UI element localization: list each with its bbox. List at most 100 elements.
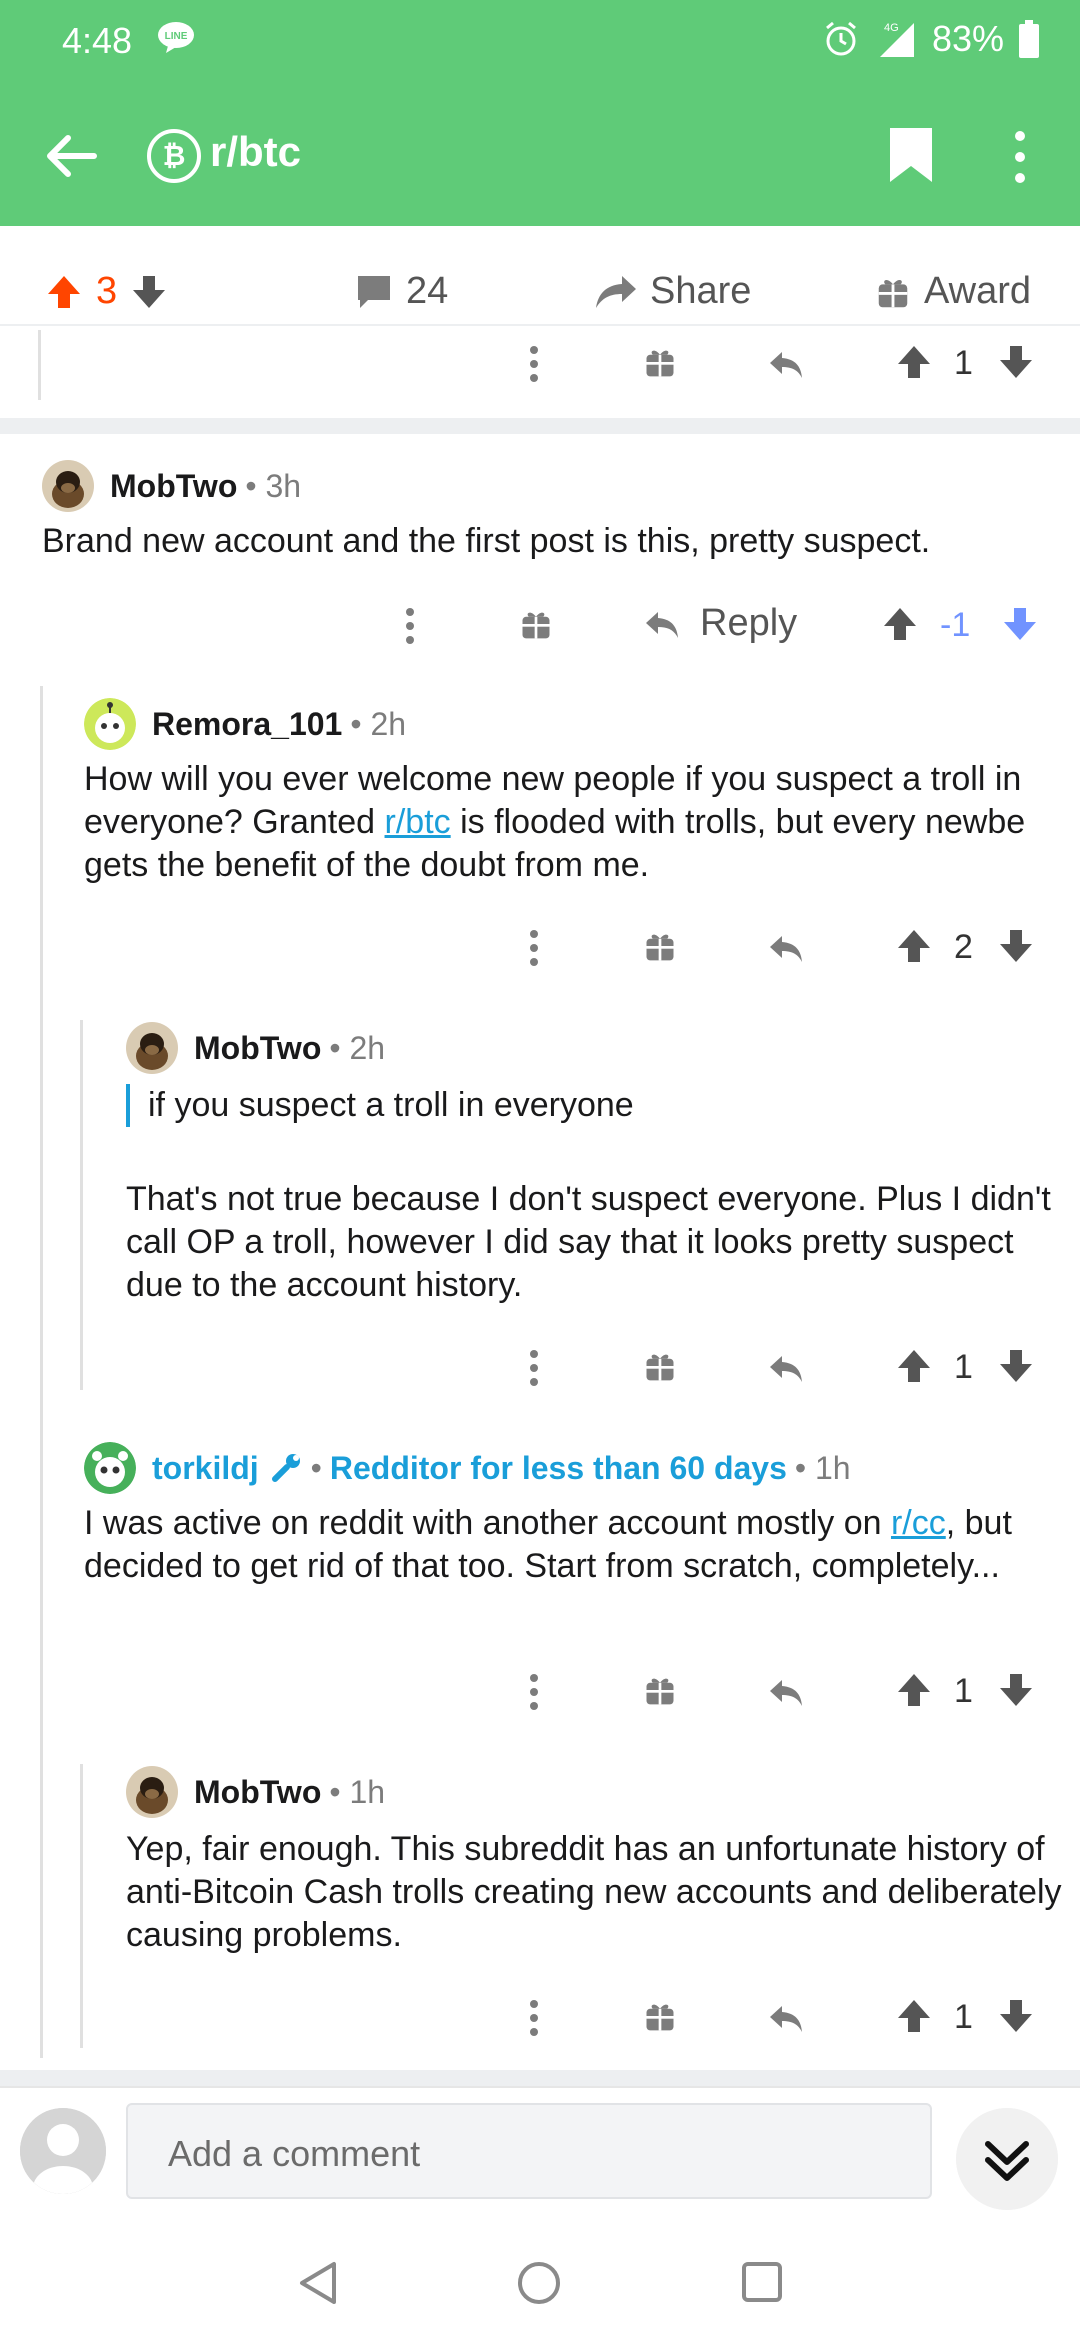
downvote-icon[interactable] bbox=[996, 926, 1036, 966]
award-label: Award bbox=[924, 270, 1032, 312]
comment-score: -1 bbox=[940, 606, 971, 644]
signal-icon: 4G bbox=[879, 22, 914, 57]
upvote-icon[interactable] bbox=[894, 342, 934, 382]
upvote-icon[interactable] bbox=[894, 1346, 934, 1386]
collapse-chevrons-icon[interactable] bbox=[956, 2108, 1058, 2210]
bookmark-icon[interactable] bbox=[888, 126, 934, 184]
award-gift-icon[interactable] bbox=[642, 928, 678, 964]
downvote-icon[interactable] bbox=[996, 1996, 1036, 2036]
system-nav-bar bbox=[0, 2216, 1080, 2340]
award-gift-icon[interactable] bbox=[642, 1672, 678, 1708]
comment-actions-prev: 1 bbox=[0, 334, 1080, 394]
reply-icon[interactable] bbox=[766, 928, 806, 968]
downvote-icon[interactable] bbox=[129, 272, 169, 312]
post-award-button[interactable]: Award bbox=[874, 270, 1031, 313]
add-comment-input[interactable]: Add a comment bbox=[126, 2103, 932, 2199]
reply-icon[interactable] bbox=[766, 1672, 806, 1712]
upvote-icon[interactable] bbox=[894, 1670, 934, 1710]
comment-header: MobTwo • 2h bbox=[126, 1022, 385, 1074]
more-options-icon[interactable] bbox=[1010, 128, 1030, 186]
post-comments-button[interactable]: 24 bbox=[354, 270, 448, 313]
award-gift-icon[interactable] bbox=[642, 1998, 678, 2034]
downvote-icon[interactable] bbox=[996, 1346, 1036, 1386]
avatar[interactable] bbox=[126, 1022, 178, 1074]
section-divider bbox=[0, 418, 1080, 434]
subreddit-link[interactable]: r/cc bbox=[891, 1504, 946, 1542]
line-app-icon: LINE bbox=[158, 22, 194, 53]
comment-author[interactable]: torkildj bbox=[152, 1450, 259, 1487]
app-header: 4:48 LINE 4G 83% ₿ r/btc bbox=[0, 0, 1080, 226]
more-options-icon[interactable] bbox=[528, 1672, 540, 1712]
comment-time: • 2h bbox=[350, 705, 407, 742]
avatar[interactable] bbox=[42, 460, 94, 512]
post-vote-group: 3 bbox=[44, 270, 169, 313]
avatar[interactable] bbox=[84, 1442, 136, 1494]
reply-label: Reply bbox=[700, 602, 798, 644]
user-flair: Redditor for less than 60 days bbox=[329, 1449, 787, 1486]
comment-author[interactable]: MobTwo bbox=[110, 468, 237, 505]
svg-text:₿: ₿ bbox=[163, 140, 186, 171]
svg-text:LINE: LINE bbox=[165, 31, 188, 42]
more-options-icon[interactable] bbox=[528, 1998, 540, 2038]
upvote-icon[interactable] bbox=[880, 604, 920, 644]
comment-body: How will you ever welcome new people if … bbox=[84, 760, 1026, 884]
wrench-icon bbox=[271, 1454, 300, 1482]
downvote-icon[interactable] bbox=[996, 342, 1036, 382]
award-gift-icon bbox=[874, 273, 912, 311]
svg-text:4G: 4G bbox=[884, 22, 899, 34]
subreddit-bitcoin-icon[interactable]: ₿ bbox=[146, 128, 202, 184]
comment-header: MobTwo • 3h bbox=[42, 460, 301, 512]
reply-icon[interactable] bbox=[766, 1348, 806, 1388]
subreddit-link[interactable]: r/btc bbox=[385, 803, 451, 841]
comment-time: • 2h bbox=[329, 1029, 386, 1066]
upvote-icon[interactable] bbox=[894, 1996, 934, 2036]
user-avatar[interactable] bbox=[20, 2108, 106, 2194]
comment-score: 1 bbox=[954, 1348, 973, 1386]
subreddit-title[interactable]: r/btc bbox=[210, 128, 301, 176]
more-options-icon[interactable] bbox=[528, 928, 540, 968]
comment-composer: Add a comment bbox=[0, 2086, 1080, 2216]
more-options-icon[interactable] bbox=[528, 344, 540, 384]
upvote-icon[interactable] bbox=[44, 272, 84, 312]
section-divider bbox=[0, 2070, 1080, 2086]
app-bar: ₿ r/btc bbox=[0, 110, 1080, 200]
comment-author[interactable]: Remora_101 bbox=[152, 706, 342, 743]
avatar[interactable] bbox=[126, 1766, 178, 1818]
nav-recents-icon[interactable] bbox=[740, 2260, 784, 2304]
alarm-icon bbox=[825, 21, 856, 56]
award-gift-icon[interactable] bbox=[642, 344, 678, 380]
downvote-icon[interactable] bbox=[996, 1670, 1036, 1710]
comment-body: Yep, fair enough. This subreddit has an … bbox=[126, 1830, 1062, 1954]
comment-time: • 1h bbox=[329, 1773, 386, 1810]
back-arrow-icon[interactable] bbox=[46, 130, 98, 182]
comment-author[interactable]: MobTwo bbox=[194, 1774, 321, 1811]
share-icon bbox=[596, 275, 636, 308]
comment-time: • 1h bbox=[794, 1449, 851, 1486]
comment-score: 1 bbox=[954, 1998, 973, 2036]
reply-icon[interactable] bbox=[766, 344, 806, 384]
share-label: Share bbox=[650, 270, 752, 312]
status-right: 4G 83% bbox=[822, 18, 1040, 60]
comment-score: 1 bbox=[954, 1672, 973, 1710]
nav-back-icon[interactable] bbox=[296, 2260, 340, 2306]
comment-author[interactable]: MobTwo bbox=[194, 1030, 321, 1067]
upvote-icon[interactable] bbox=[894, 926, 934, 966]
comment-actions: 1 bbox=[0, 1988, 1080, 2048]
downvote-icon[interactable] bbox=[1000, 604, 1040, 644]
comment-actions: Reply -1 bbox=[0, 594, 1080, 654]
reply-icon[interactable] bbox=[766, 1998, 806, 2038]
avatar[interactable] bbox=[84, 698, 136, 750]
nav-home-icon[interactable] bbox=[516, 2260, 562, 2306]
more-options-icon[interactable] bbox=[404, 606, 416, 646]
status-time: 4:48 bbox=[62, 20, 133, 61]
post-comment-count: 24 bbox=[406, 270, 449, 312]
comment-actions: 1 bbox=[0, 1662, 1080, 1722]
award-gift-icon[interactable] bbox=[518, 606, 554, 642]
comment-header: torkildj • Redditor for less than 60 day… bbox=[84, 1442, 851, 1494]
award-gift-icon[interactable] bbox=[642, 1348, 678, 1384]
more-options-icon[interactable] bbox=[528, 1348, 540, 1388]
status-bar: 4:48 LINE 4G 83% bbox=[0, 0, 1080, 80]
reply-button[interactable]: Reply bbox=[642, 602, 797, 645]
post-action-bar: 3 24 Share Award bbox=[0, 262, 1080, 326]
post-share-button[interactable]: Share bbox=[594, 270, 751, 313]
